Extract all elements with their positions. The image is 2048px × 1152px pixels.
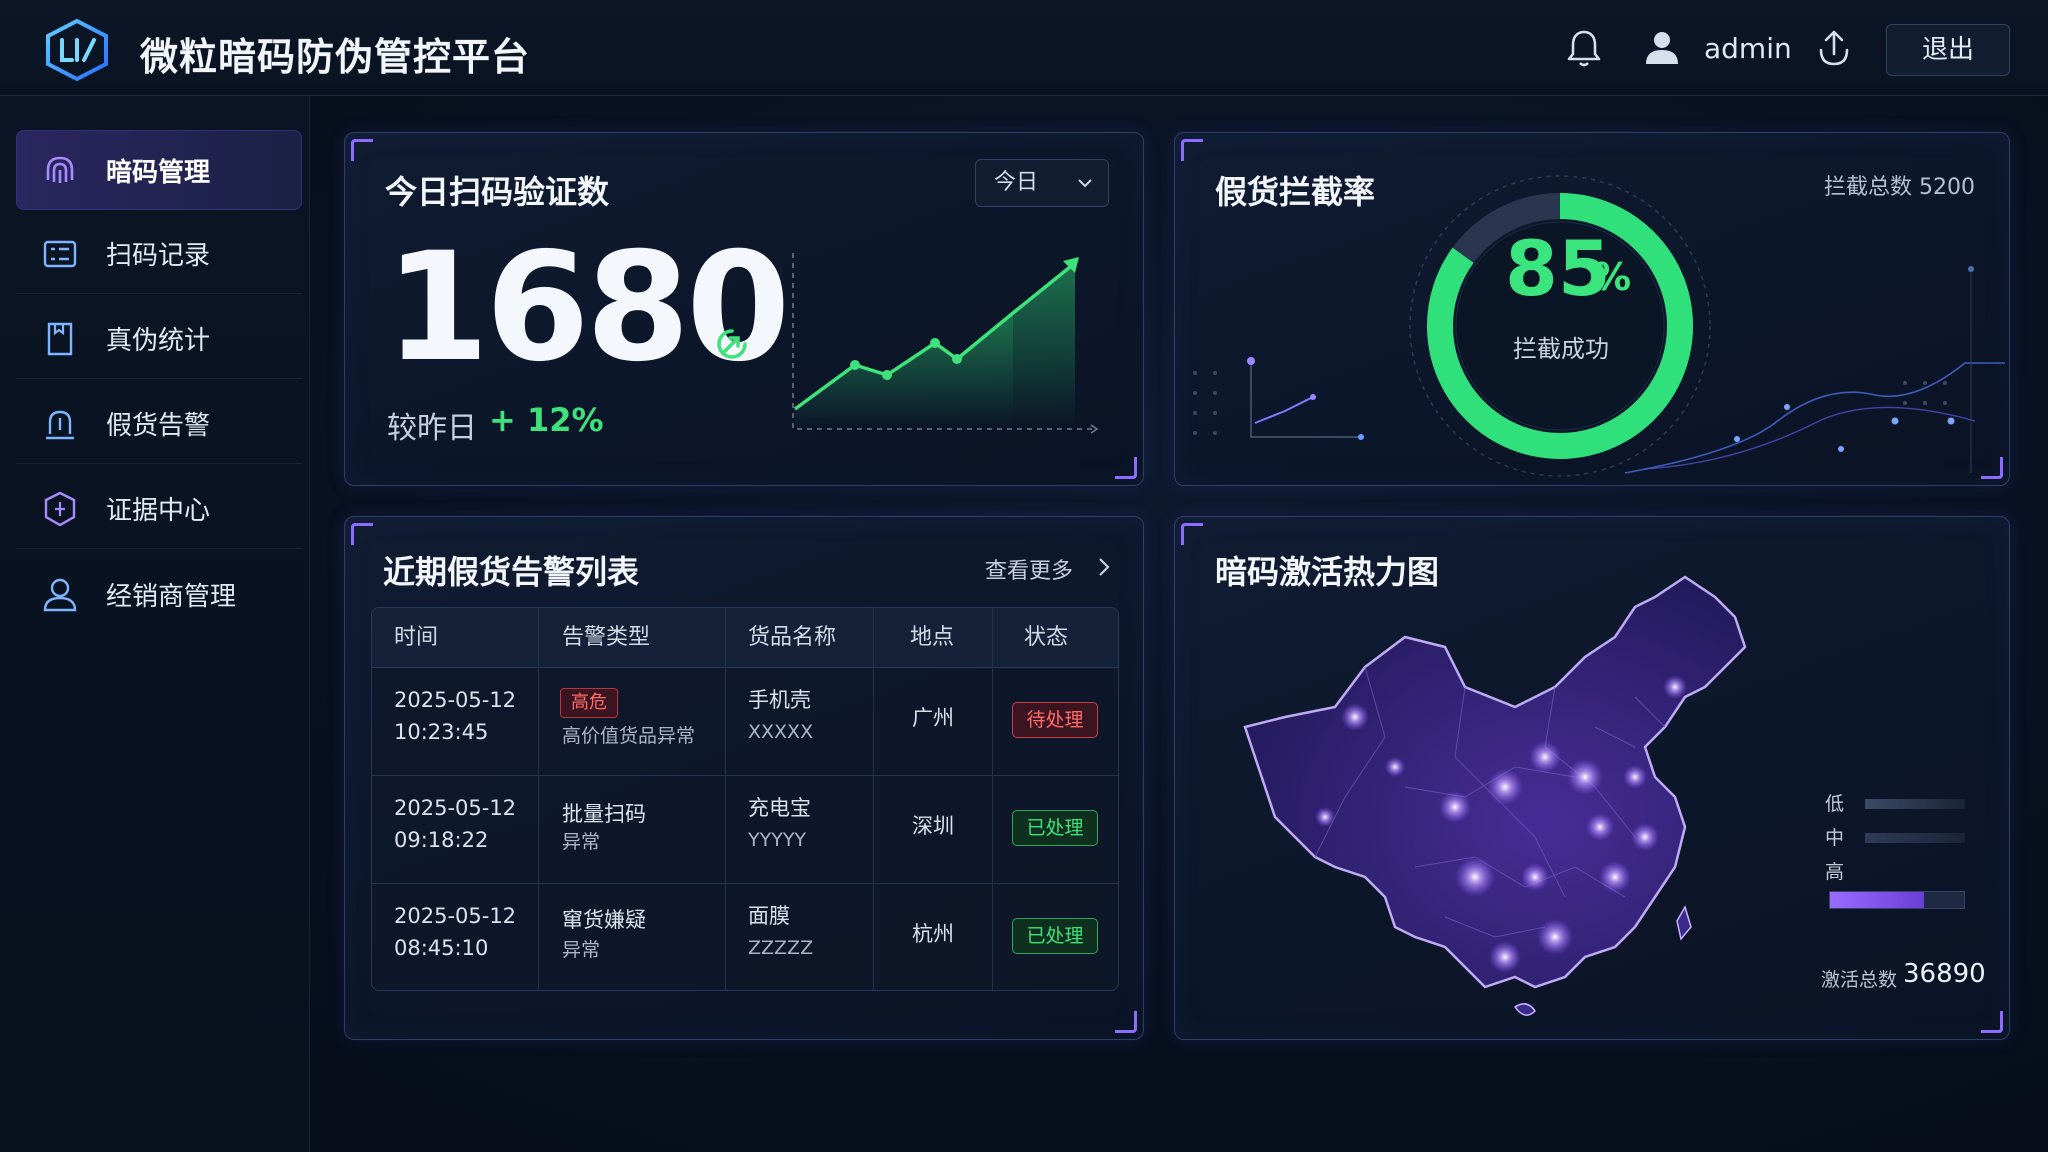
corner-decoration [1181, 523, 1203, 545]
panel-title: 近期假货告警列表 [383, 553, 640, 591]
row-divider [372, 883, 1118, 884]
risk-tag: 高危 [560, 688, 618, 718]
product-code: XXXXX [748, 721, 814, 743]
activation-total-value: 36890 [1903, 959, 1986, 989]
column-header-time: 时间 [394, 625, 439, 650]
alert-table: 时间 告警类型 货品名称 地点 状态 2025-05-12 10:23:45 高… [371, 607, 1119, 991]
sidebar-item-code-management[interactable]: 暗码管理 [16, 130, 302, 210]
refresh-arrow-icon [717, 329, 747, 359]
status-badge[interactable]: 已处理 [1012, 810, 1098, 846]
column-divider [992, 608, 993, 990]
row-time: 08:45:10 [394, 936, 489, 960]
sidebar-item-counterfeit-alerts[interactable]: 假货告警 [16, 384, 302, 464]
user-avatar-icon[interactable] [1640, 26, 1684, 70]
table-header [372, 608, 1118, 668]
status-badge[interactable]: 待处理 [1012, 702, 1098, 738]
row-divider [372, 775, 1118, 776]
location: 杭州 [912, 922, 954, 946]
view-more-label: 查看更多 [985, 559, 1074, 584]
activation-heatmap-panel: 暗码激活热力图 低 中 高 激活总数 36890 [1174, 516, 2010, 1040]
alarm-icon [46, 410, 74, 439]
legend-bar-mid [1865, 833, 1965, 843]
alert-type-detail: 异常 [562, 831, 601, 853]
column-header-location: 地点 [910, 625, 955, 650]
intercept-rate-donut [1409, 175, 1711, 477]
sidebar-item-label: 经销商管理 [106, 581, 237, 612]
corner-decoration [1115, 457, 1137, 479]
sidebar-item-scan-records[interactable]: 扫码记录 [16, 214, 302, 294]
corner-decoration [1115, 1011, 1137, 1033]
sidebar-item-label: 暗码管理 [106, 157, 211, 188]
compare-label: 较昨日 [387, 411, 477, 446]
product-code: ZZZZZ [748, 937, 814, 959]
chevron-right-icon [1099, 558, 1110, 576]
period-select[interactable]: 今日 [975, 159, 1109, 207]
alert-type-detail: 高价值货品异常 [562, 725, 696, 747]
compare-value: + 12% [489, 401, 604, 439]
product-name: 充电宝 [748, 796, 811, 820]
user-icon [43, 578, 77, 612]
legend-low: 低 [1825, 793, 1845, 815]
intercept-rate-panel: 假货拦截率 拦截总数 5200 85 % 拦截成功 [1174, 132, 2010, 486]
chevron-down-icon [1078, 179, 1092, 188]
alert-type-detail: 异常 [562, 939, 601, 961]
product-name: 面膜 [748, 904, 790, 928]
username[interactable]: admin [1704, 32, 1792, 65]
row-time: 09:18:22 [394, 828, 489, 852]
activation-total-label: 激活总数 [1821, 969, 1898, 991]
bookmark-icon [47, 322, 73, 355]
app-title: 微粒暗码防伪管控平台 [140, 35, 531, 79]
legend-bar-high [1829, 891, 1965, 909]
column-divider [725, 608, 726, 990]
fingerprint-icon [46, 156, 74, 183]
row-date: 2025-05-12 [394, 796, 517, 820]
sidebar-item-label: 证据中心 [106, 496, 211, 526]
status-badge[interactable]: 已处理 [1012, 918, 1098, 954]
panel-title: 今日扫码验证数 [385, 173, 610, 211]
intercept-caption: 拦截成功 [1513, 335, 1609, 363]
column-divider [538, 608, 539, 990]
corner-decoration [1981, 1011, 2003, 1033]
intercept-percent-unit: % [1593, 255, 1632, 299]
row-date: 2025-05-12 [394, 688, 517, 712]
row-date: 2025-05-12 [394, 904, 517, 928]
sidebar-item-label: 真伪统计 [106, 326, 211, 356]
legend-bar-low [1865, 799, 1965, 809]
sidebar-item-label: 假货告警 [106, 411, 211, 441]
column-header-product: 货品名称 [748, 625, 837, 650]
upload-icon[interactable] [1812, 26, 1856, 70]
scan-verification-panel: 今日扫码验证数 今日 1680 较昨日 + 12% [344, 132, 1144, 486]
bell-icon[interactable] [1562, 26, 1606, 70]
location: 广州 [912, 706, 954, 730]
legend-high: 高 [1825, 861, 1845, 883]
product-code: YYYYY [748, 829, 807, 851]
china-heatmap[interactable] [1215, 537, 1775, 1037]
row-time: 10:23:45 [394, 720, 489, 744]
corner-decoration [351, 139, 373, 161]
sidebar-item-authenticity-stats[interactable]: 真伪统计 [16, 299, 302, 379]
column-divider [873, 608, 874, 990]
period-select-value: 今日 [994, 170, 1039, 195]
shield-icon [44, 491, 76, 526]
sidebar-item-dealer-management[interactable]: 经销商管理 [16, 554, 302, 634]
sidebar-item-evidence-center[interactable]: 证据中心 [16, 469, 302, 549]
sidebar: 暗码管理 扫码记录 真伪统计 假货告警 证据中心 经销商管理 [0, 96, 310, 1152]
column-header-status: 状态 [1024, 625, 1069, 650]
logout-button[interactable]: 退出 [1886, 24, 2010, 76]
alert-type: 窜货嫌疑 [562, 908, 646, 932]
alert-list-panel: 近期假货告警列表 查看更多 时间 告警类型 货品名称 地点 状态 2025-05… [344, 516, 1144, 1040]
sidebar-item-label: 扫码记录 [106, 241, 211, 271]
corner-decoration [351, 523, 373, 545]
location: 深圳 [912, 814, 954, 838]
top-header: 微粒暗码防伪管控平台 admin 退出 [0, 0, 2048, 96]
legend-mid: 中 [1825, 827, 1845, 849]
column-header-alert-type: 告警类型 [562, 625, 651, 650]
view-more-link[interactable]: 查看更多 [985, 553, 1110, 585]
app-logo-icon [46, 18, 108, 82]
product-name: 手机壳 [748, 688, 811, 712]
scan-record-icon [43, 240, 77, 267]
scan-trend-sparkline [792, 253, 1099, 434]
